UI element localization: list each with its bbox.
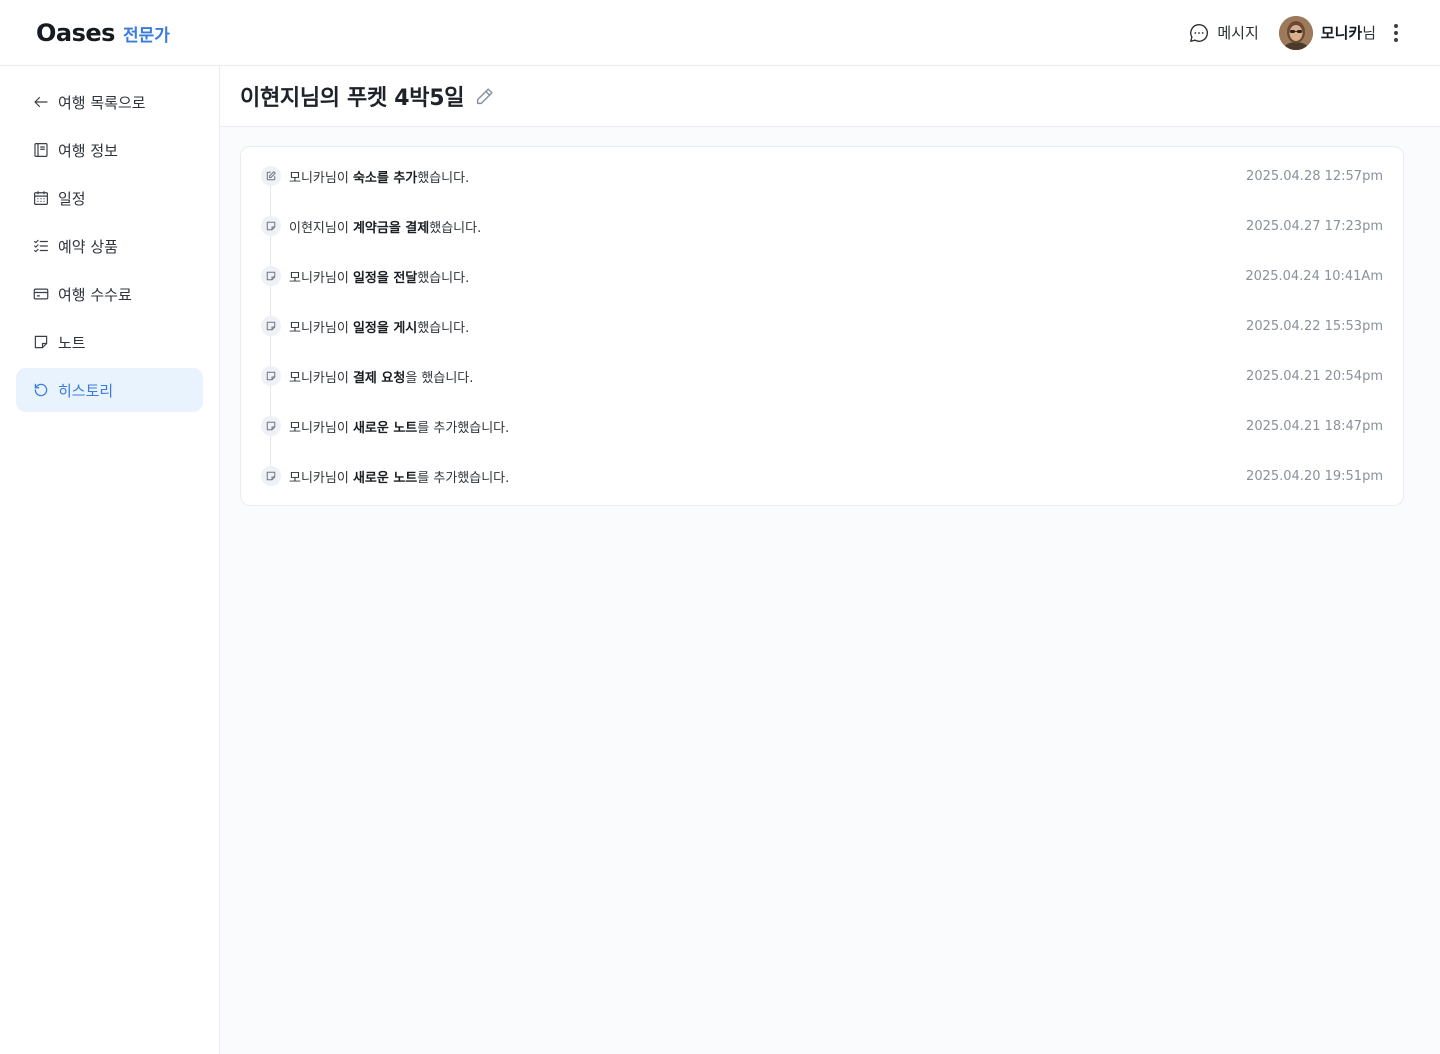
- sidebar-item-label: 예약 상품: [58, 237, 118, 256]
- avatar: [1278, 15, 1313, 50]
- history-timestamp: 2025.04.21 18:47pm: [1246, 418, 1383, 434]
- messages-label: 메시지: [1217, 24, 1259, 42]
- logo-sub-text: 전문가: [122, 25, 170, 46]
- user-name-bold: 모니카: [1320, 24, 1363, 42]
- title-bar: 이현지님의 푸켓 4박5일: [220, 66, 1440, 127]
- note-icon: [261, 266, 281, 286]
- history-timestamp: 2025.04.20 19:51pm: [1246, 468, 1383, 484]
- history-row: 모니카님이 숙소를 추가했습니다. 2025.04.28 12:57pm: [261, 151, 1383, 201]
- note-icon: [261, 416, 281, 436]
- edit-icon: [261, 166, 281, 186]
- sidebar-item-label: 여행 목록으로: [58, 93, 146, 112]
- top-header: Oases 전문가 메시지 모니카님: [0, 0, 1440, 66]
- history-timestamp: 2025.04.27 17:23pm: [1246, 218, 1383, 234]
- sidebar-item-label: 노트: [58, 333, 86, 352]
- credit-card-icon: [33, 288, 49, 300]
- history-timestamp: 2025.04.22 15:53pm: [1246, 318, 1383, 334]
- sidebar-item-booked-products[interactable]: 예약 상품: [16, 224, 203, 268]
- history-row: 모니카님이 새로운 노트를 추가했습니다. 2025.04.21 18:47pm: [261, 401, 1383, 451]
- sidebar-item-label: 여행 정보: [58, 141, 118, 160]
- page-title: 이현지님의 푸켓 4박5일: [240, 86, 465, 111]
- history-row: 모니카님이 새로운 노트를 추가했습니다. 2025.04.20 19:51pm: [261, 451, 1383, 501]
- more-options-icon[interactable]: [1388, 21, 1404, 45]
- note-icon: [261, 466, 281, 486]
- history-icon: [34, 383, 48, 397]
- sidebar-item-notes[interactable]: 노트: [16, 320, 203, 364]
- messages-button[interactable]: 메시지: [1188, 22, 1259, 44]
- sidebar-item-label: 일정: [58, 189, 86, 208]
- history-row: 모니카님이 결제 요청을 했습니다. 2025.04.21 20:54pm: [261, 351, 1383, 401]
- history-row: 모니카님이 일정을 전달했습니다. 2025.04.24 10:41Am: [261, 251, 1383, 301]
- note-icon: [261, 316, 281, 336]
- history-timestamp: 2025.04.28 12:57pm: [1246, 168, 1383, 184]
- history-text: 모니카님이 일정을 전달했습니다.: [289, 270, 470, 286]
- main-content: 이현지님의 푸켓 4박5일 모니카님이 숙소를 추가했습니다. 2025.04.…: [220, 66, 1440, 1054]
- history-timestamp: 2025.04.24 10:41Am: [1245, 268, 1383, 284]
- history-row: 모니카님이 일정을 게시했습니다. 2025.04.22 15:53pm: [261, 301, 1383, 351]
- sidebar-item-back-to-trips[interactable]: 여행 목록으로: [16, 80, 203, 124]
- history-timestamp: 2025.04.21 20:54pm: [1246, 368, 1383, 384]
- checklist-icon: [34, 239, 48, 253]
- note-icon: [261, 366, 281, 386]
- user-name: 모니카님: [1321, 22, 1376, 43]
- logo[interactable]: Oases 전문가: [36, 19, 170, 47]
- history-text: 모니카님이 일정을 게시했습니다.: [289, 320, 470, 336]
- history-text: 모니카님이 숙소를 추가했습니다.: [289, 170, 470, 186]
- history-text: 모니카님이 새로운 노트를 추가했습니다.: [289, 420, 510, 436]
- history-card: 모니카님이 숙소를 추가했습니다. 2025.04.28 12:57pm 이현지…: [240, 146, 1404, 506]
- sidebar-item-history[interactable]: 히스토리: [16, 368, 203, 412]
- note-icon: [261, 216, 281, 236]
- pencil-icon[interactable]: [474, 85, 496, 107]
- book-icon: [34, 143, 48, 157]
- sidebar-item-schedule[interactable]: 일정: [16, 176, 203, 220]
- sidebar-item-label: 여행 수수료: [58, 285, 132, 304]
- sidebar-item-label: 히스토리: [58, 381, 114, 400]
- history-text: 모니카님이 결제 요청을 했습니다.: [289, 370, 474, 386]
- calendar-icon: [34, 191, 48, 205]
- chat-bubble-icon: [1190, 23, 1209, 42]
- note-icon: [34, 335, 48, 349]
- header-actions: 메시지 모니카님: [1188, 15, 1404, 50]
- history-text: 모니카님이 새로운 노트를 추가했습니다.: [289, 470, 510, 486]
- user-menu[interactable]: 모니카님: [1278, 15, 1376, 50]
- sidebar: 여행 목록으로 여행 정보 일정 예약 상품 여행 수수료 노트 히스토리: [0, 66, 220, 1054]
- history-text: 이현지님이 계약금을 결제했습니다.: [289, 220, 482, 236]
- history-row: 이현지님이 계약금을 결제했습니다. 2025.04.27 17:23pm: [261, 201, 1383, 251]
- arrow-left-icon: [34, 96, 48, 108]
- sidebar-item-trip-info[interactable]: 여행 정보: [16, 128, 203, 172]
- user-name-suffix: 님: [1362, 24, 1376, 42]
- sidebar-item-trip-fee[interactable]: 여행 수수료: [16, 272, 203, 316]
- logo-text: Oases: [36, 18, 115, 47]
